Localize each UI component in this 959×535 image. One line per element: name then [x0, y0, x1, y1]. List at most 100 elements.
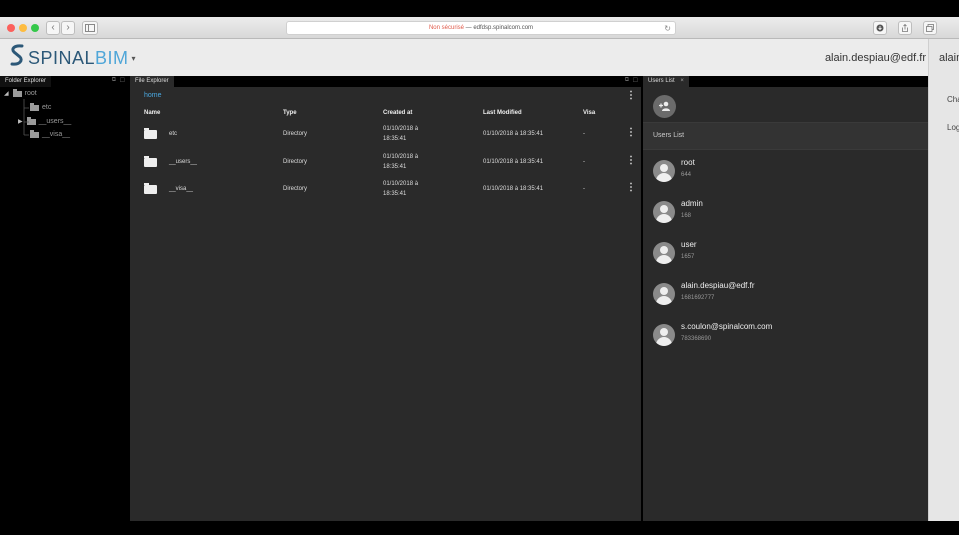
column-header-created[interactable]: Created at: [383, 110, 412, 116]
downloads-button[interactable]: [873, 21, 887, 35]
browser-toolbar: ‹ › Non sécurisé — edfdsp.spinalcom.com …: [0, 17, 959, 39]
row-type: Directory: [283, 186, 308, 192]
list-item[interactable]: user 1657: [643, 235, 928, 276]
user-name: s.coulon@spinalcom.com: [681, 322, 773, 331]
folder-icon: [144, 183, 157, 194]
chevron-right-icon: ›: [66, 22, 70, 33]
folder-explorer-panel: Folder Explorer ⧉ ☐ ◢ root etc ▶ __users…: [0, 76, 128, 521]
file-explorer-content: home ⋮ Name Type Created at Last Modifie…: [130, 87, 641, 521]
avatar-icon: [653, 283, 675, 305]
sidebar-icon: [85, 24, 95, 32]
maximize-window-button[interactable]: [31, 24, 39, 32]
folder-explorer-tabbar: Folder Explorer ⧉ ☐: [0, 76, 128, 87]
row-visa: -: [583, 159, 585, 165]
tabs-button[interactable]: [923, 21, 937, 35]
user-email[interactable]: alain.despiau@edf.fr: [825, 52, 926, 64]
row-created: 01/10/2018 à: [383, 154, 419, 160]
user-id: 1657: [681, 254, 695, 260]
row-modified: 01/10/2018 à 18:35:41: [483, 186, 544, 192]
column-header-type[interactable]: Type: [283, 110, 297, 116]
row-modified: 01/10/2018 à 18:35:41: [483, 131, 544, 137]
popout-icon[interactable]: ⧉: [112, 77, 116, 84]
more-options-icon[interactable]: ⋮: [626, 90, 636, 101]
row-name: __users__: [169, 159, 198, 165]
avatar-icon: [653, 242, 675, 264]
logo-text: SPINALBIM: [28, 47, 129, 68]
row-modified: 01/10/2018 à 18:35:41: [483, 159, 544, 165]
close-tab-icon[interactable]: ×: [680, 78, 684, 84]
row-created: 01/10/2018 à: [383, 126, 419, 132]
column-header-name[interactable]: Name: [144, 110, 160, 116]
list-item[interactable]: alain.despiau@edf.fr 1681692777: [643, 276, 928, 317]
table-row[interactable]: etc Directory 01/10/2018 à 18:35:41 01/1…: [130, 120, 641, 148]
sidebar-toggle-button[interactable]: [82, 21, 98, 35]
folder-tree: ◢ root etc ▶ __users__ __visa__: [0, 87, 127, 521]
row-created: 01/10/2018 à: [383, 181, 419, 187]
download-icon: [876, 24, 884, 32]
spinal-logo-icon: [8, 43, 26, 74]
row-name: __visa__: [169, 186, 194, 192]
row-more-icon[interactable]: ⋮: [626, 155, 636, 166]
list-item[interactable]: s.coulon@spinalcom.com 783368690: [643, 317, 928, 358]
tree-connector-lines: [23, 99, 29, 136]
reload-icon[interactable]: ↻: [664, 22, 671, 35]
add-user-button[interactable]: [653, 95, 676, 118]
row-created-time: 18:35:41: [383, 191, 407, 197]
app-header: SPINALBIM ▾ alain.despiau@edf.fr: [0, 39, 928, 76]
tabs-icon: [926, 24, 934, 32]
breadcrumb-home[interactable]: home: [144, 92, 162, 99]
user-menu-item-change[interactable]: Cha: [947, 95, 959, 104]
minimize-window-button[interactable]: [19, 24, 27, 32]
file-explorer-tabbar: File Explorer ⧉ ☐: [130, 76, 641, 87]
user-id: 168: [681, 213, 692, 219]
back-button[interactable]: ‹: [46, 21, 60, 35]
users-list-title: Users List: [653, 132, 685, 139]
user-name: root: [681, 158, 695, 167]
share-button[interactable]: [898, 21, 912, 35]
caret-down-icon[interactable]: ▾: [132, 54, 136, 63]
users-list-tabbar: Users List ×: [643, 76, 928, 87]
file-explorer-panel: File Explorer ⧉ ☐ home ⋮ Name Type Creat…: [130, 76, 641, 521]
list-item[interactable]: root 644: [643, 153, 928, 194]
maximize-icon[interactable]: ☐: [120, 77, 125, 84]
column-header-modified[interactable]: Last Modified: [483, 110, 522, 116]
add-user-icon: [659, 101, 670, 111]
row-name: etc: [169, 131, 178, 137]
avatar-icon: [653, 160, 675, 182]
tab-users-list[interactable]: Users List ×: [643, 76, 689, 87]
user-menu-name[interactable]: alain: [939, 52, 959, 64]
list-item[interactable]: admin 168: [643, 194, 928, 235]
address-bar[interactable]: Non sécurisé — edfdsp.spinalcom.com ↻: [286, 21, 676, 35]
maximize-icon[interactable]: ☐: [633, 77, 638, 84]
security-warning: Non sécurisé: [428, 25, 464, 31]
table-row[interactable]: __users__ Directory 01/10/2018 à 18:35:4…: [130, 148, 641, 176]
user-menu-panel: alain Cha Log: [928, 39, 959, 521]
user-menu-item-logout[interactable]: Log: [947, 123, 959, 132]
address-separator: —: [465, 25, 472, 31]
user-id: 1681692777: [681, 295, 715, 301]
forward-button[interactable]: ›: [61, 21, 75, 35]
user-id: 783368690: [681, 336, 712, 342]
chevron-left-icon: ‹: [51, 22, 55, 33]
row-visa: -: [583, 186, 585, 192]
user-name: user: [681, 240, 697, 249]
tab-file-explorer[interactable]: File Explorer: [130, 76, 174, 87]
tab-folder-explorer[interactable]: Folder Explorer: [0, 76, 52, 87]
popout-icon[interactable]: ⧉: [625, 77, 629, 84]
top-letterbox: [0, 0, 959, 17]
share-icon: [902, 23, 908, 32]
close-window-button[interactable]: [7, 24, 15, 32]
avatar-icon: [653, 324, 675, 346]
user-name: alain.despiau@edf.fr: [681, 281, 755, 290]
users-list-panel: Users List × Users List root 644 admin 1…: [643, 76, 928, 521]
table-row[interactable]: __visa__ Directory 01/10/2018 à 18:35:41…: [130, 175, 641, 203]
column-header-visa[interactable]: Visa: [583, 110, 595, 116]
row-type: Directory: [283, 131, 308, 137]
users-list-header: Users List: [643, 122, 928, 150]
folder-icon: [144, 128, 157, 139]
spinalbim-logo[interactable]: SPINALBIM ▾: [8, 43, 136, 74]
row-more-icon[interactable]: ⋮: [626, 127, 636, 138]
row-more-icon[interactable]: ⋮: [626, 182, 636, 193]
user-name: admin: [681, 199, 703, 208]
row-created-time: 18:35:41: [383, 136, 407, 142]
